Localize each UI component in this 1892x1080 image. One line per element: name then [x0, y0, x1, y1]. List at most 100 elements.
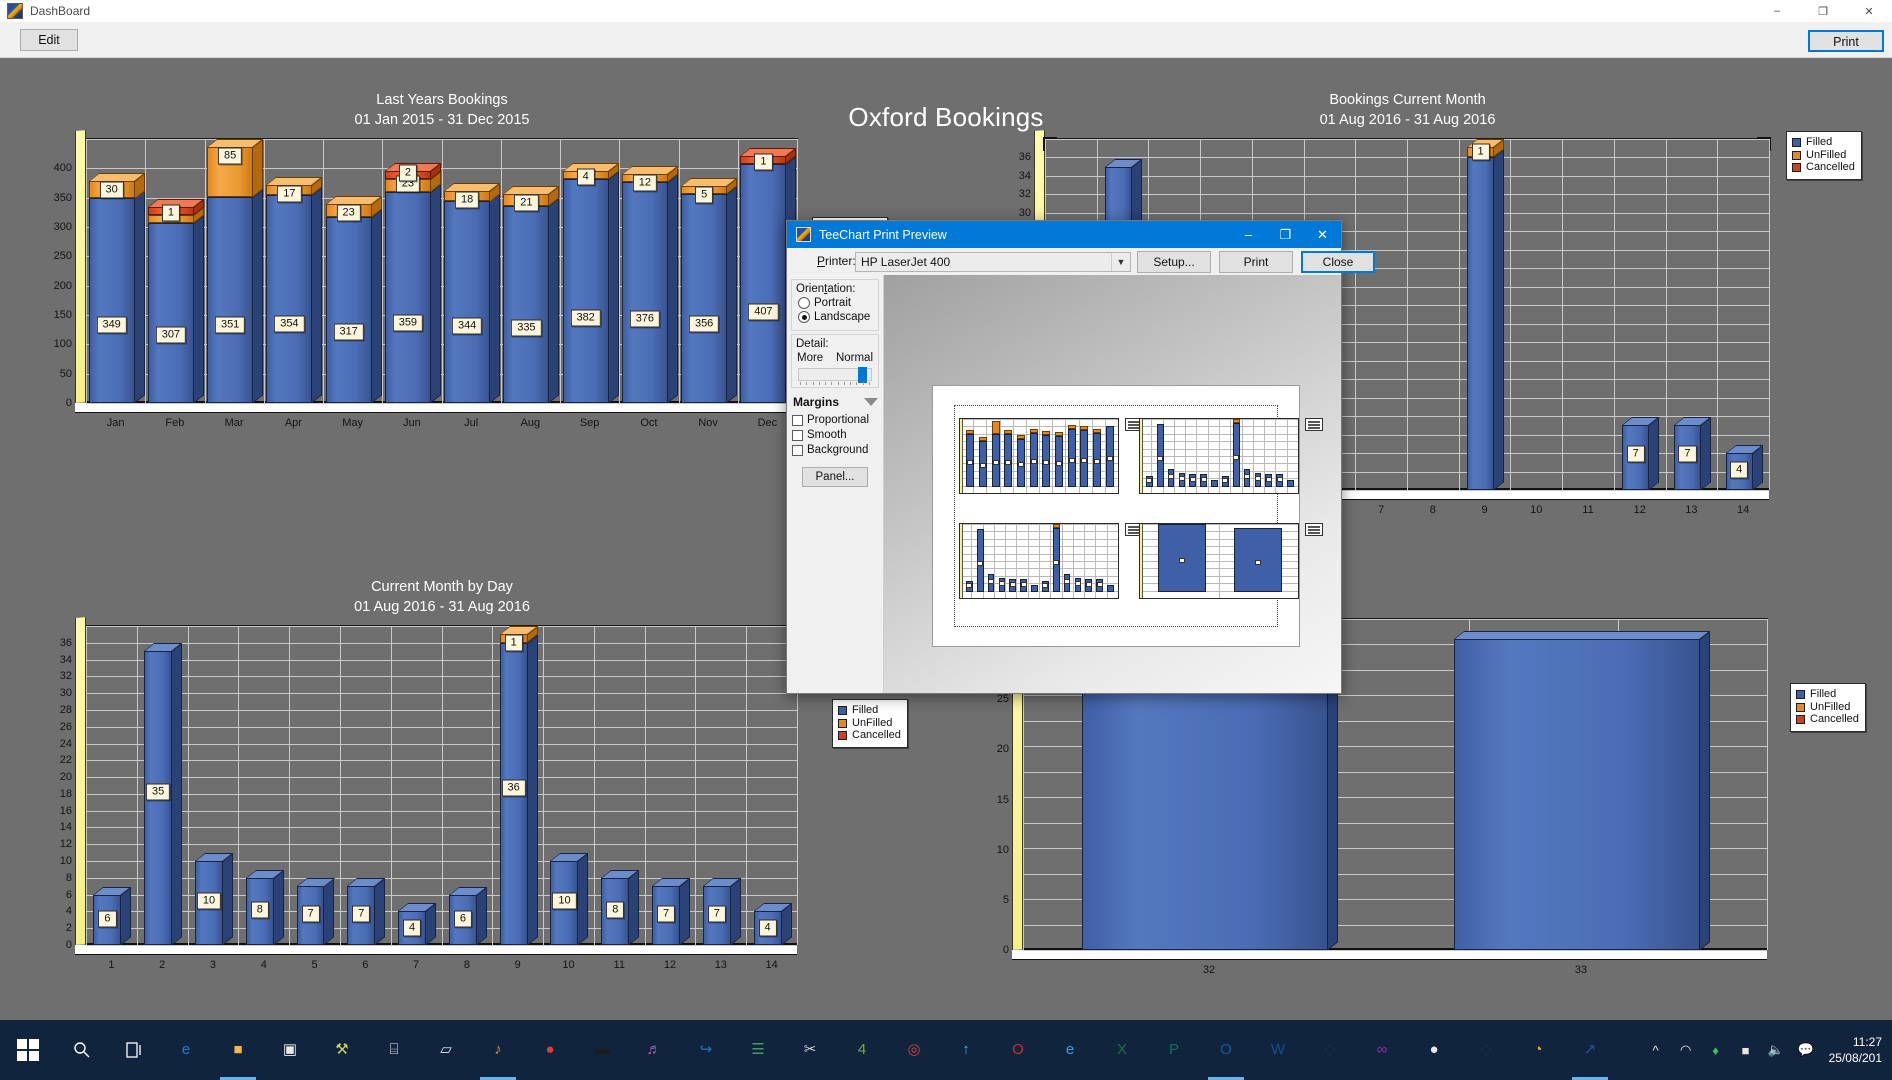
bar[interactable]: [1454, 631, 1710, 950]
print-preview-area[interactable]: [883, 275, 1341, 693]
gridline: [204, 139, 206, 403]
chrome-icon[interactable]: ●: [1408, 1020, 1460, 1080]
chart-last-years-bookings[interactable]: Last Years Bookings 01 Jan 2015 - 31 Dec…: [54, 92, 798, 429]
dialog-minimize-button[interactable]: –: [1230, 221, 1267, 248]
mini-data-label: [1005, 459, 1012, 465]
documents-icon[interactable]: ☰: [732, 1020, 784, 1080]
y-axis-tick-label: 6: [65, 888, 72, 901]
margins-header[interactable]: Margins: [793, 395, 878, 409]
smooth-checkbox[interactable]: Smooth: [792, 429, 879, 441]
data-point-label: 335: [511, 319, 542, 337]
mini-data-label: [1018, 461, 1024, 467]
chrome-icon-glyph: ●: [1429, 1041, 1439, 1058]
orientation-landscape-radio[interactable]: Landscape: [798, 311, 874, 323]
mini-gridline: [1025, 419, 1027, 493]
detail-slider[interactable]: [798, 367, 872, 385]
slider-thumb[interactable]: [858, 367, 867, 383]
dialog-title: TeeChart Print Preview: [819, 227, 947, 242]
minimize-button[interactable]: –: [1754, 0, 1800, 22]
opera-icon[interactable]: O: [992, 1020, 1044, 1080]
x-axis-tick-label: 14: [765, 959, 778, 971]
bar[interactable]: [147, 198, 205, 403]
visual-studio-icon[interactable]: ∞: [1356, 1020, 1408, 1080]
excel-icon[interactable]: X: [1096, 1020, 1148, 1080]
legend-swatch-filled: [838, 706, 847, 716]
internet-explorer-icon[interactable]: e: [1044, 1020, 1096, 1080]
wifi-icon[interactable]: ◠: [1671, 1020, 1701, 1080]
transfer-icon[interactable]: ↪: [680, 1020, 732, 1080]
notes-icon[interactable]: ▱: [420, 1020, 472, 1080]
paint-icon[interactable]: ◔: [1512, 1020, 1564, 1080]
word-icon[interactable]: W: [1252, 1020, 1304, 1080]
coreftp-icon[interactable]: ↑: [940, 1020, 992, 1080]
dialog-print-button[interactable]: Print: [1219, 251, 1293, 273]
bar[interactable]: [207, 139, 264, 403]
close-button[interactable]: ✕: [1846, 0, 1892, 22]
bar[interactable]: [681, 178, 738, 403]
dropbox-icon[interactable]: ♦: [1701, 1020, 1731, 1080]
print-preview-dialog[interactable]: TeeChart Print Preview – ❐ ✕ Printer: HP…: [786, 220, 1375, 694]
bar[interactable]: [88, 172, 145, 403]
bar[interactable]: [740, 148, 797, 403]
firefox-icon[interactable]: ●: [524, 1020, 576, 1080]
bar[interactable]: [621, 166, 679, 403]
start-button[interactable]: [0, 1020, 56, 1080]
globe-icon[interactable]: ◎: [888, 1020, 940, 1080]
bar[interactable]: [384, 162, 442, 403]
chart-current-month-by-day[interactable]: Current Month by Day 01 Aug 2016 - 31 Au…: [60, 579, 798, 971]
y-axis-tick-label: 250: [53, 250, 72, 263]
task-view-button[interactable]: [108, 1020, 160, 1080]
vs-code-insiders-icon[interactable]: ◇: [1460, 1020, 1512, 1080]
microsoft-store-icon[interactable]: ▣: [264, 1020, 316, 1080]
bar[interactable]: [562, 162, 619, 403]
terminal-icon[interactable]: ▬: [576, 1020, 628, 1080]
background-checkbox[interactable]: Background: [792, 444, 879, 456]
snipping-tool-icon[interactable]: ✂: [784, 1020, 836, 1080]
print-button[interactable]: Print: [1808, 30, 1884, 52]
music-icon[interactable]: ♬: [628, 1020, 680, 1080]
publisher-icon[interactable]: P: [1148, 1020, 1200, 1080]
chevron-up-icon[interactable]: ^: [1641, 1020, 1671, 1080]
triangle-down-icon[interactable]: [864, 398, 878, 406]
x-axis-tick-label: 10: [562, 959, 575, 971]
audacity-icon[interactable]: ♪: [472, 1020, 524, 1080]
dialog-close-button[interactable]: Close: [1301, 251, 1375, 273]
outlook-icon[interactable]: O: [1200, 1020, 1252, 1080]
setup-button[interactable]: Setup...: [1137, 251, 1211, 273]
mini-data-label: [966, 582, 973, 588]
action-center-icon[interactable]: 💬: [1791, 1020, 1821, 1080]
bar[interactable]: [266, 177, 323, 403]
vs-code-icon[interactable]: ◇: [1304, 1020, 1356, 1080]
search-button[interactable]: [56, 1020, 108, 1080]
viewer-icon[interactable]: 4: [836, 1020, 888, 1080]
bar[interactable]: [503, 186, 560, 403]
tools-icon[interactable]: ⚒: [316, 1020, 368, 1080]
calculator-icon[interactable]: ⌸: [368, 1020, 420, 1080]
edge-icon[interactable]: e: [160, 1020, 212, 1080]
file-explorer-icon[interactable]: ■: [212, 1020, 264, 1080]
printer-select[interactable]: HP LaserJet 400 ▼: [855, 252, 1131, 272]
outlook-icon-glyph: O: [1220, 1041, 1232, 1058]
y-axis-tick-label: 2: [65, 922, 72, 935]
proportional-checkbox[interactable]: Proportional: [792, 414, 879, 426]
dashboard-app-icon[interactable]: ↗: [1564, 1020, 1616, 1080]
panel-button[interactable]: Panel...: [802, 467, 868, 487]
mini-data-label: [1255, 560, 1261, 566]
preview-page[interactable]: [932, 385, 1323, 647]
battery-icon[interactable]: ■: [1731, 1020, 1761, 1080]
bar[interactable]: [325, 195, 382, 403]
bar[interactable]: [1467, 139, 1505, 491]
mini-data-label: [1168, 474, 1175, 480]
dialog-close-icon[interactable]: ✕: [1304, 221, 1341, 248]
taskbar-clock[interactable]: 11:27 25/08/201: [1821, 1034, 1888, 1066]
orientation-portrait-radio[interactable]: Portrait: [798, 297, 874, 309]
maximize-button[interactable]: ❐: [1800, 0, 1846, 22]
radio-icon-selected: [798, 311, 810, 323]
dialog-maximize-button[interactable]: ❐: [1267, 221, 1304, 248]
mini-data-label: [1043, 460, 1050, 466]
bar[interactable]: [444, 182, 501, 403]
mini-data-label: [1030, 459, 1037, 465]
volume-muted-icon[interactable]: 🔈: [1761, 1020, 1791, 1080]
x-axis-tick-label: 12: [1633, 504, 1646, 516]
edit-button[interactable]: Edit: [20, 29, 78, 51]
